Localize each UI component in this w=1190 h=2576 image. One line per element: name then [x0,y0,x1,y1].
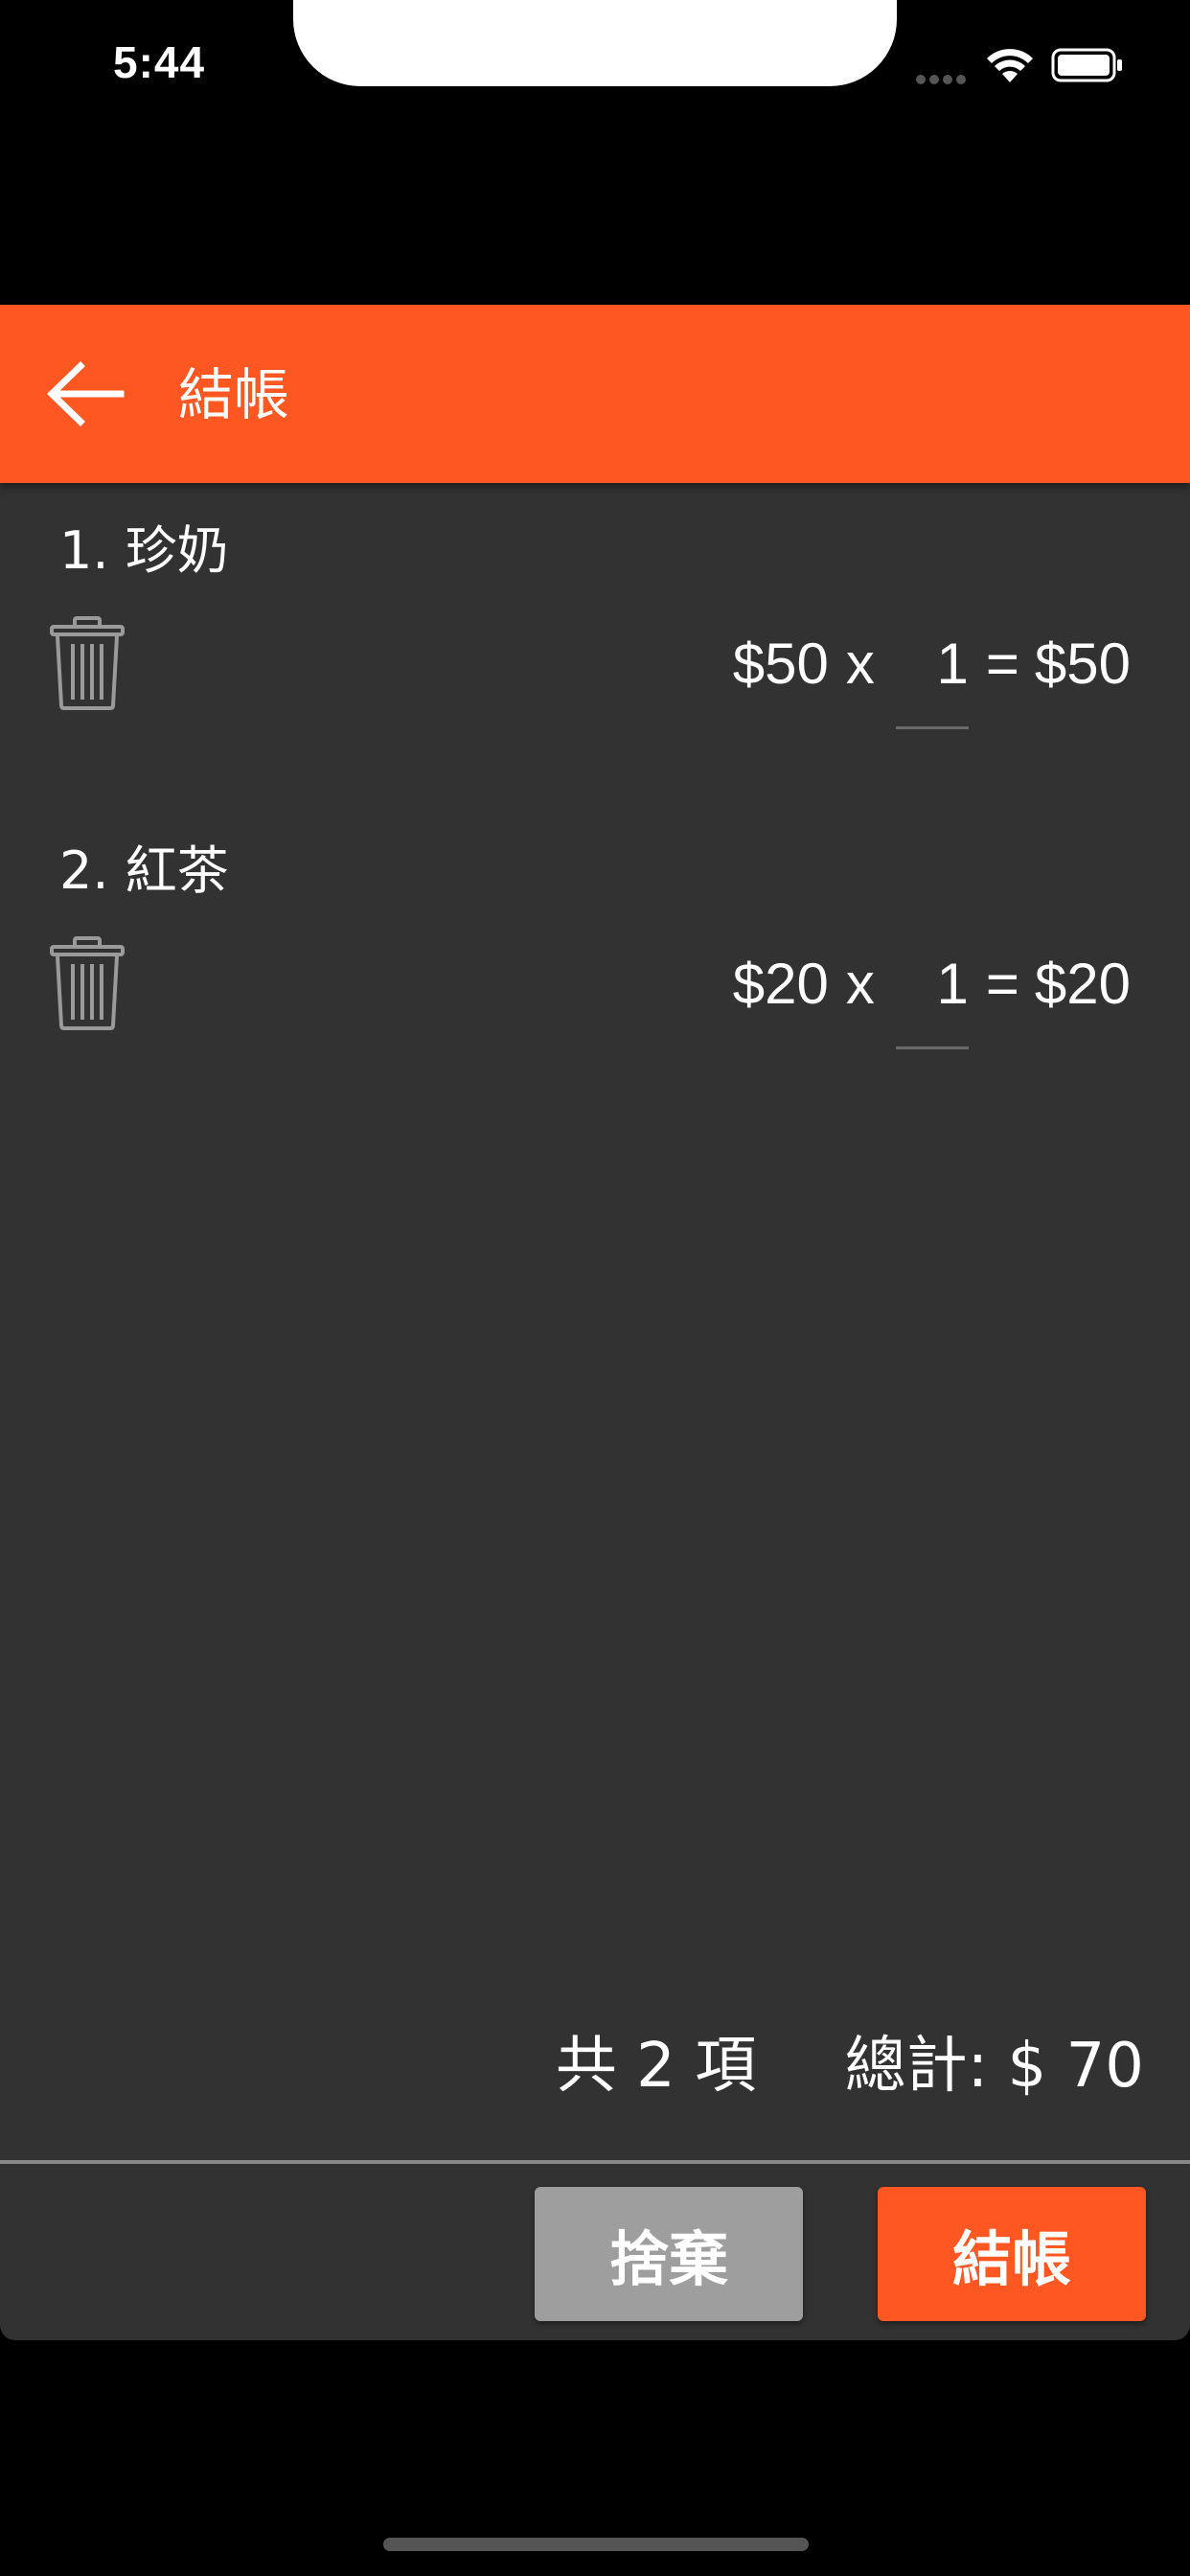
price-line: $50 x = $50 [732,625,1131,729]
home-indicator[interactable] [383,2538,809,2551]
order-total: 總計: $ 70 [844,2031,1144,2102]
page-title: 結帳 [178,362,290,427]
equals-sign: = [985,951,1019,1016]
trash-icon[interactable] [46,935,128,1031]
checkout-screen: 結帳 1. 珍奶 $50 x 1 = $50 2. 紅茶 $20 x 1 = $… [0,305,1190,2340]
notch [293,0,897,86]
item-count: 共 2 項 [555,2031,757,2102]
item-name: 1. 珍奶 [59,520,229,581]
quantity-underline [895,1046,969,1049]
order-summary: 共 2 項 總計: $ 70 [556,2028,1144,2104]
item-name: 2. 紅茶 [59,840,229,901]
quantity-underline [895,725,969,729]
checkout-button[interactable]: 結帳 [878,2187,1146,2321]
equals-sign: = [985,631,1019,696]
back-button[interactable] [38,353,130,435]
price-line: $20 x = $20 [732,945,1131,1049]
arrow-left-icon [46,361,125,426]
cart-item: 1. 珍奶 $50 x = [0,483,1190,803]
cart-list: 1. 珍奶 $50 x = [0,483,1190,1123]
item-subtotal: $20 [1034,951,1131,1016]
unit-price: $50 [732,631,829,696]
multiply-sign: x [845,951,875,1016]
multiply-sign: x [845,631,875,696]
unit-price: $20 [732,951,829,1016]
status-bar: 5:44 [0,0,1190,115]
quantity-field [895,630,969,729]
quantity-field [895,950,969,1049]
item-subtotal: $50 [1034,631,1131,696]
quantity-input[interactable] [895,630,969,697]
trash-icon[interactable] [46,615,128,711]
app-bar: 結帳 [0,305,1190,483]
discard-button[interactable]: 捨棄 [535,2187,803,2321]
cellular-signal-icon [916,70,970,84]
cart-item: 2. 紅茶 $20 x = [0,803,1190,1123]
wifi-icon [987,49,1033,82]
status-time: 5:44 [113,37,206,87]
divider [0,2160,1190,2164]
quantity-input[interactable] [895,950,969,1017]
battery-icon [1051,48,1122,82]
phone-frame: 5:44 結帳 1. 珍奶 $50 x 1 = $50 2. 紅茶 $20 x … [0,0,1190,2576]
